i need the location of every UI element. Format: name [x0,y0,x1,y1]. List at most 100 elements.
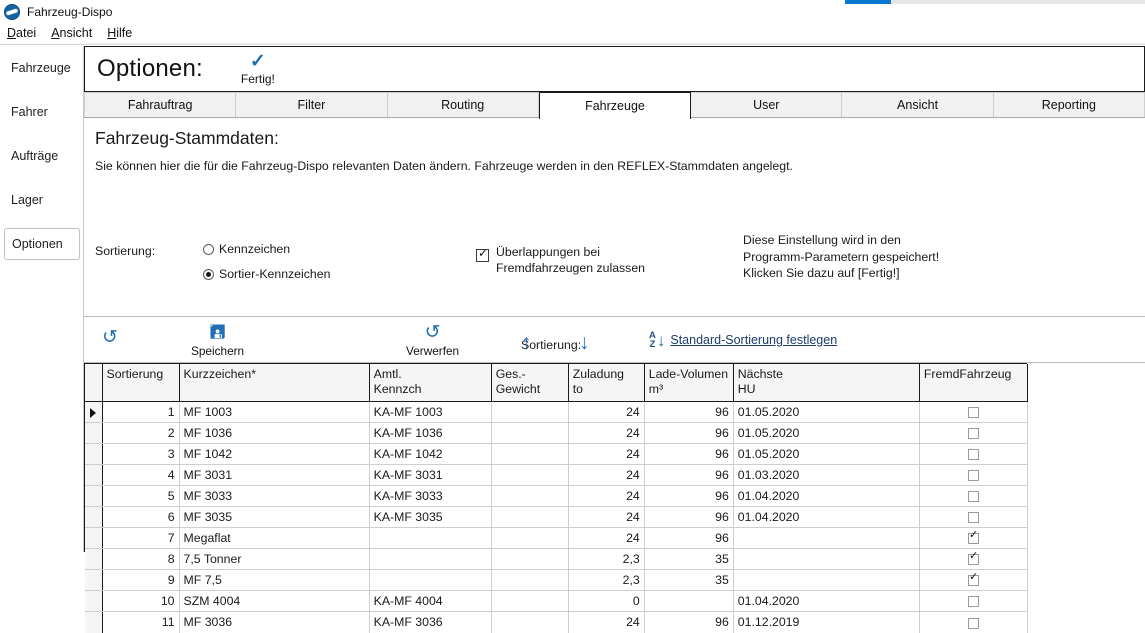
cell-hu[interactable]: 01.12.2019 [733,611,920,633]
fremdfahrzeug-checkbox[interactable] [967,596,979,608]
cell-zuladung[interactable]: 24 [568,401,645,423]
cell-sortierung[interactable]: 4 [102,464,180,486]
menu-item-atei[interactable]: Datei [0,25,44,41]
cell-gewicht[interactable] [491,401,569,423]
cell-zuladung[interactable]: 0 [568,590,645,612]
column-header-zuladung[interactable]: Zuladung to [568,364,645,402]
cell-kurzzeichen[interactable]: MF 1003 [179,401,370,423]
table-row[interactable]: 7 Megaflat 24 96 [85,527,1029,549]
cell-amtl[interactable]: KA-MF 3035 [369,506,492,528]
column-header-sortierung[interactable]: Sortierung [102,364,180,402]
cell-amtl[interactable]: KA-MF 1003 [369,401,492,423]
cell-sortierung[interactable]: 5 [102,485,180,507]
row-selector[interactable] [85,590,103,612]
cell-gewicht[interactable] [491,485,569,507]
fremdfahrzeug-checkbox[interactable] [967,572,979,587]
table-row[interactable]: 4 MF 3031 KA-MF 3031 24 96 01.03.2020 [85,464,1029,486]
row-selector[interactable] [85,443,103,465]
tab-fahrzeuge[interactable]: Fahrzeuge [538,92,692,119]
table-row[interactable]: 6 MF 3035 KA-MF 3035 24 96 01.04.2020 [85,506,1029,528]
fremdfahrzeug-checkbox[interactable] [967,617,979,629]
cell-amtl[interactable] [369,569,492,591]
row-selector[interactable] [85,485,103,507]
cell-kurzzeichen[interactable]: MF 1036 [179,422,370,444]
cell-gewicht[interactable] [491,569,569,591]
cell-sortierung[interactable]: 2 [102,422,180,444]
fremdfahrzeug-checkbox[interactable] [967,530,979,545]
cell-amtl[interactable] [369,527,492,549]
fremdfahrzeug-checkbox[interactable] [967,407,979,419]
table-row[interactable]: 9 MF 7,5 2,3 35 [85,569,1029,591]
menu-item-nsicht[interactable]: Ansicht [44,25,100,41]
cell-fremd[interactable] [919,590,1029,612]
sidebar-item-lager[interactable]: Lager [4,184,80,216]
cell-volumen[interactable]: 35 [644,569,734,591]
tab-ansicht[interactable]: Ansicht [842,92,994,117]
cell-fremd[interactable] [919,506,1029,528]
cell-gewicht[interactable] [491,464,569,486]
cell-amtl[interactable]: KA-MF 4004 [369,590,492,612]
cell-amtl[interactable]: KA-MF 1036 [369,422,492,444]
cell-hu[interactable]: 01.05.2020 [733,443,920,465]
cell-sortierung[interactable]: 10 [102,590,180,612]
cell-volumen[interactable]: 96 [644,506,734,528]
cell-fremd[interactable] [919,569,1029,591]
fremdfahrzeug-checkbox[interactable] [967,449,979,461]
cell-kurzzeichen[interactable]: Megaflat [179,527,370,549]
sidebar-item-fahrzeuge[interactable]: Fahrzeuge [4,52,80,84]
cell-fremd[interactable] [919,527,1029,549]
cell-zuladung[interactable]: 24 [568,611,645,633]
cell-fremd[interactable] [919,464,1029,486]
cell-kurzzeichen[interactable]: MF 3036 [179,611,370,633]
row-selector[interactable] [85,464,103,486]
cell-gewicht[interactable] [491,443,569,465]
cell-hu[interactable] [733,569,920,591]
cell-kurzzeichen[interactable]: MF 7,5 [179,569,370,591]
cell-gewicht[interactable] [491,422,569,444]
cell-hu[interactable]: 01.04.2020 [733,506,920,528]
sidebar-item-fahrer[interactable]: Fahrer [4,96,80,128]
tab-fahrauftrag[interactable]: Fahrauftrag [84,92,237,117]
cell-fremd[interactable] [919,443,1029,465]
cell-hu[interactable]: 01.04.2020 [733,485,920,507]
radio-sortier-kennzeichen[interactable]: Sortier-Kennzeichen [203,267,330,281]
table-row[interactable]: 11 MF 3036 KA-MF 3036 24 96 01.12.2019 [85,611,1029,633]
table-row[interactable]: 3 MF 1042 KA-MF 1042 24 96 01.05.2020 [85,443,1029,465]
column-header-hu[interactable]: Nächste HU [733,364,920,402]
column-header-gewicht[interactable]: Ges.- Gewicht [491,364,569,402]
cell-fremd[interactable] [919,485,1029,507]
fremdfahrzeug-checkbox[interactable] [967,491,979,503]
cell-zuladung[interactable]: 24 [568,506,645,528]
cell-kurzzeichen[interactable]: MF 3035 [179,506,370,528]
radio-kennzeichen[interactable]: Kennzeichen [203,242,290,256]
cell-kurzzeichen[interactable]: MF 3033 [179,485,370,507]
tab-user[interactable]: User [691,92,843,117]
cell-volumen[interactable]: 96 [644,611,734,633]
cell-hu[interactable]: 01.05.2020 [733,401,920,423]
cell-volumen[interactable]: 96 [644,401,734,423]
cell-hu[interactable] [733,527,920,549]
cell-gewicht[interactable] [491,611,569,633]
sort-down-button[interactable]: ↓ [579,332,590,353]
cell-amtl[interactable]: KA-MF 3036 [369,611,492,633]
cell-zuladung[interactable]: 24 [568,527,645,549]
cell-kurzzeichen[interactable]: MF 1042 [179,443,370,465]
cell-zuladung[interactable]: 24 [568,422,645,444]
fremdfahrzeug-checkbox[interactable] [967,470,979,482]
fremdfahrzeug-checkbox[interactable] [967,551,979,566]
save-button[interactable]: 🖪 Speichern [191,322,244,358]
table-row[interactable]: 1 MF 1003 KA-MF 1003 24 96 01.05.2020 [85,401,1029,423]
cell-fremd[interactable] [919,422,1029,444]
column-header-fremd[interactable]: FremdFahrzeug [919,364,1029,402]
sidebar-item-optionen[interactable]: Optionen [4,228,80,260]
refresh-button[interactable]: ↺ [102,327,118,349]
tab-reporting[interactable]: Reporting [993,92,1145,117]
cell-hu[interactable]: 01.04.2020 [733,590,920,612]
cell-volumen[interactable]: 96 [644,443,734,465]
cell-sortierung[interactable]: 6 [102,506,180,528]
cell-gewicht[interactable] [491,590,569,612]
cell-sortierung[interactable]: 1 [102,401,180,423]
cell-amtl[interactable]: KA-MF 3033 [369,485,492,507]
cell-hu[interactable]: 01.05.2020 [733,422,920,444]
row-selector[interactable] [85,422,103,444]
